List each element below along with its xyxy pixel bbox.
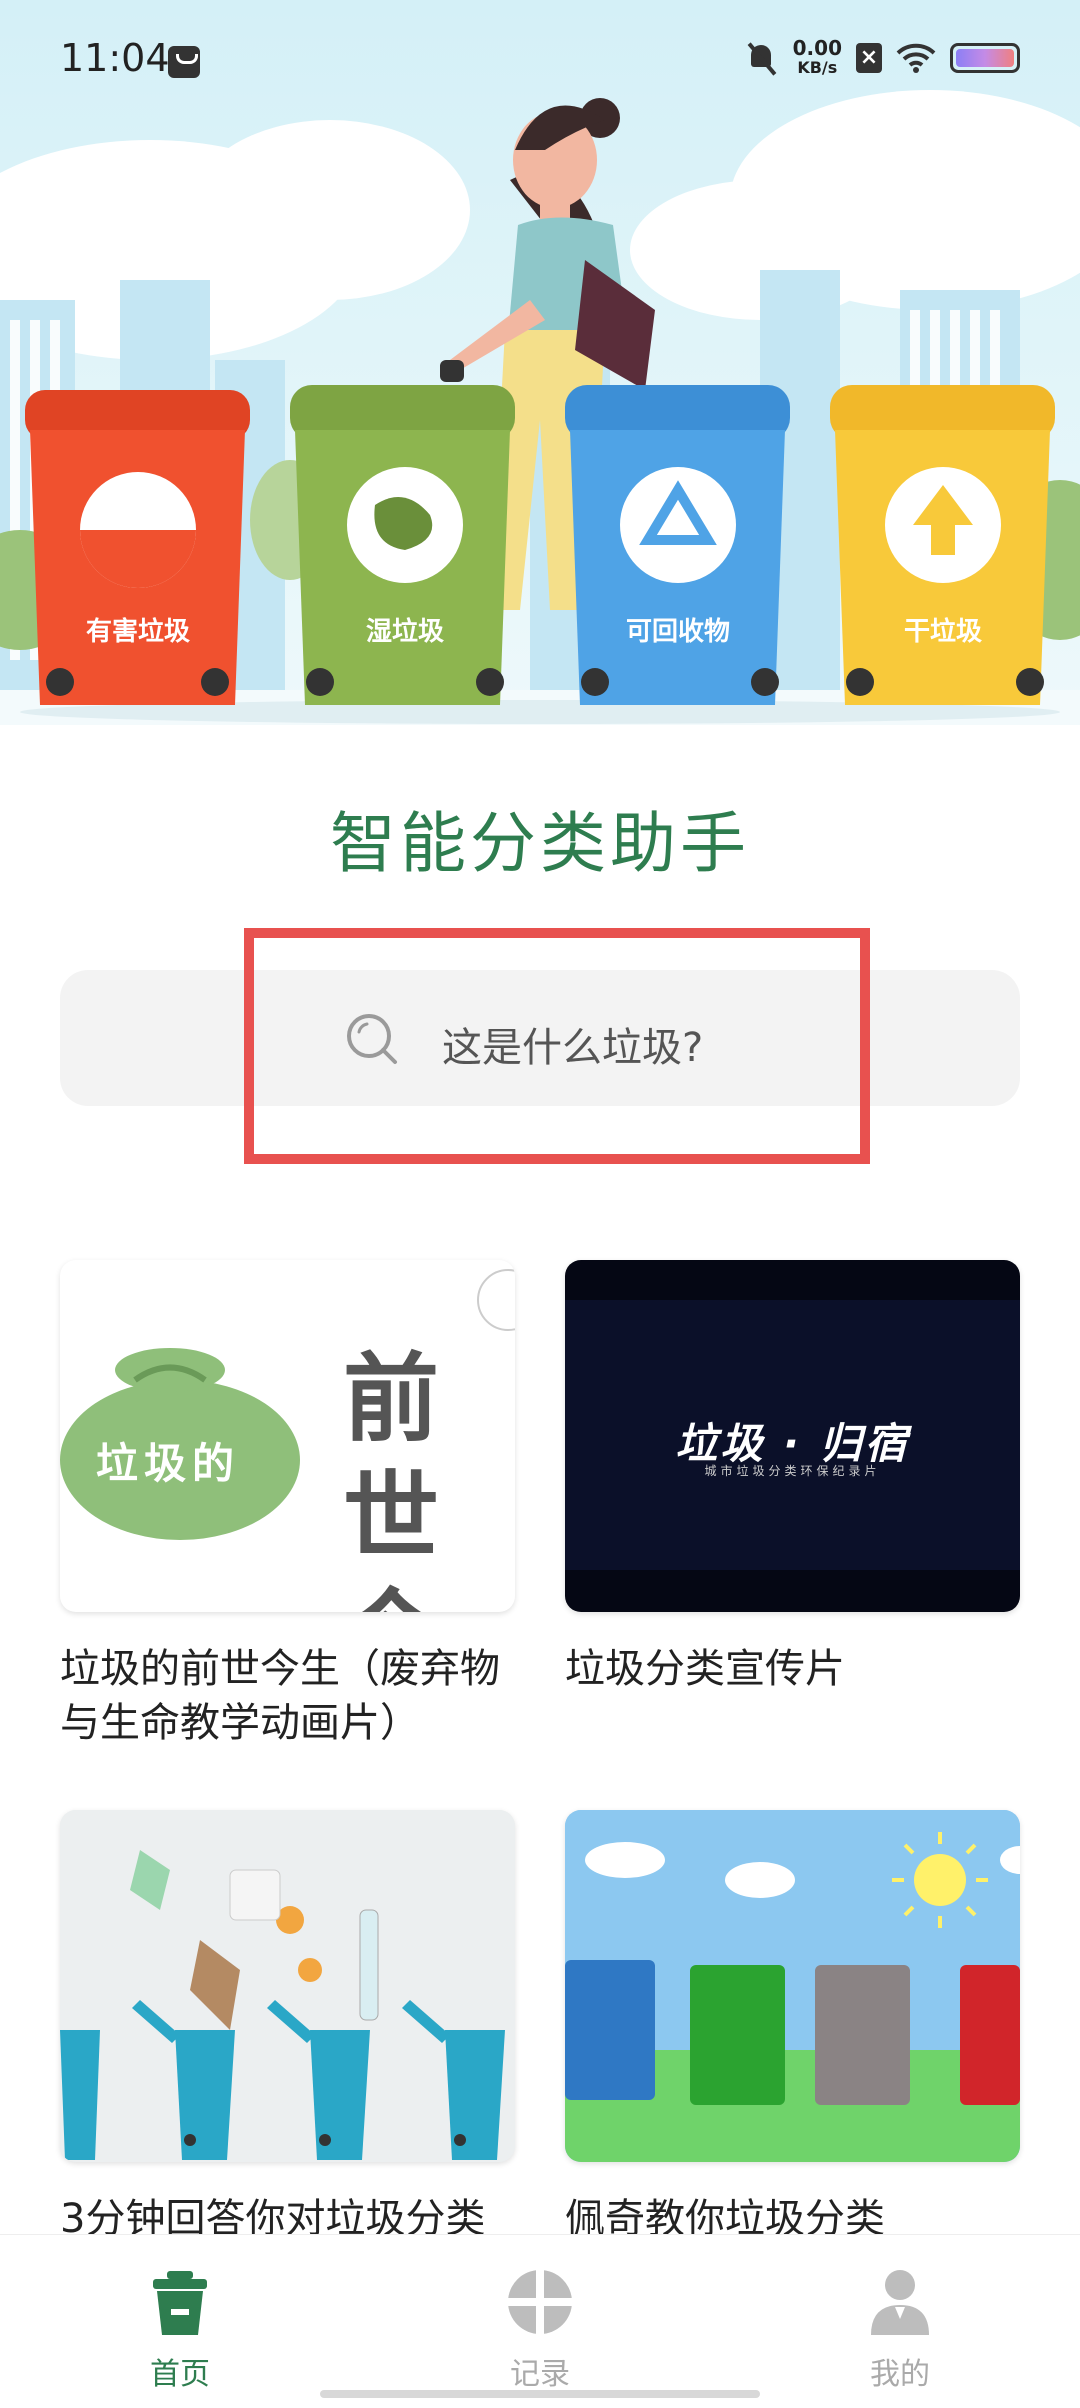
video-thumbnail[interactable]: 垃圾的 前世今生 — [60, 1260, 515, 1612]
sim-x-icon: × — [856, 43, 882, 73]
trash-bin-icon — [145, 2267, 215, 2337]
video-card[interactable]: 垃圾的 前世今生 垃圾的前世今生（废弃物与生命教学动画片） — [60, 1260, 515, 1750]
status-bar: 11:04 0.00 KB/s × — [0, 0, 1080, 110]
video-card[interactable]: 佩奇教你垃圾分类 — [565, 1810, 1020, 2246]
nav-item-record[interactable]: 记录 — [440, 2235, 640, 2408]
svg-text:湿垃圾: 湿垃圾 — [366, 616, 445, 647]
nav-label-home: 首页 — [150, 2357, 210, 2392]
record-icon — [505, 2267, 575, 2337]
battery-icon — [950, 43, 1020, 73]
wifi-icon — [896, 43, 936, 73]
thumbnail-sub-text: 城市垃圾分类环保纪录片 — [704, 1464, 881, 1478]
nav-label-record: 记录 — [510, 2357, 570, 2392]
thumbnail-big-text: 前世今生 — [343, 1343, 445, 1612]
svg-text:可回收物: 可回收物 — [626, 617, 730, 647]
svg-text:有害垃圾: 有害垃圾 — [86, 616, 191, 647]
video-thumbnail[interactable] — [60, 1810, 515, 2162]
network-speed-value: 0.00 — [792, 36, 842, 60]
bell-off-icon — [745, 41, 779, 75]
video-card[interactable]: 3分钟回答你对垃圾分类 — [60, 1810, 515, 2246]
nav-item-home[interactable]: 首页 — [80, 2235, 280, 2408]
network-speed-unit: KB/s — [797, 58, 838, 77]
bottom-navigation: 首页 记录 我的 — [0, 2234, 1080, 2408]
video-card[interactable]: 垃圾 · 归宿 城市垃圾分类环保纪录片 垃圾分类宣传片 — [565, 1260, 1020, 1696]
app-title: 智能分类助手 — [330, 805, 750, 882]
svg-text:干垃圾: 干垃圾 — [904, 616, 983, 647]
network-speed: 0.00 KB/s — [793, 38, 842, 78]
status-time: 11:04 — [60, 36, 170, 80]
video-title[interactable]: 垃圾分类宣传片 — [565, 1642, 1020, 1696]
video-thumbnail[interactable]: 垃圾 · 归宿 城市垃圾分类环保纪录片 — [565, 1260, 1020, 1612]
video-title[interactable]: 垃圾的前世今生（废弃物与生命教学动画片） — [60, 1642, 515, 1750]
gesture-bar[interactable] — [320, 2390, 760, 2398]
thumbnail-bag-text: 垃圾的 — [96, 1439, 241, 1488]
highlight-annotation-box — [244, 928, 870, 1164]
video-thumbnail[interactable] — [565, 1810, 1020, 2162]
nav-item-mine[interactable]: 我的 — [800, 2235, 1000, 2408]
nav-label-mine: 我的 — [870, 2357, 930, 2392]
message-icon — [168, 46, 200, 78]
user-icon — [865, 2267, 935, 2337]
status-icons: 0.00 KB/s × — [745, 38, 1020, 78]
